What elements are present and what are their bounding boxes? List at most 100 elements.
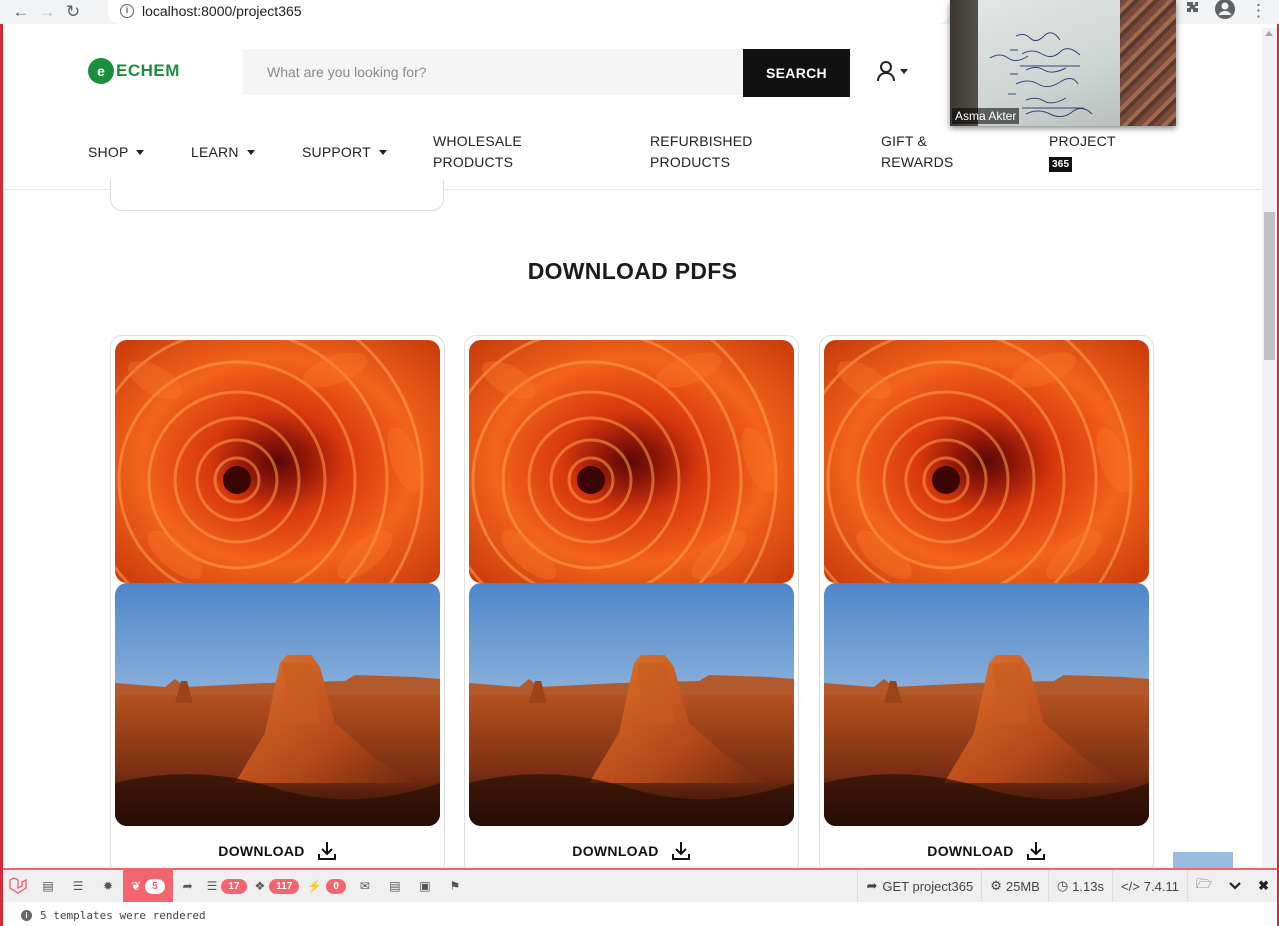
events-count-badge: 0 xyxy=(326,878,346,894)
section-title: DOWNLOAD PDFS xyxy=(527,258,738,284)
views-count-badge: 5 xyxy=(145,878,165,894)
route-icon[interactable]: ➦ xyxy=(173,870,203,902)
messages-icon[interactable]: ▤ xyxy=(33,870,63,902)
time-text: 1.13s xyxy=(1072,878,1104,894)
flower-image xyxy=(469,340,794,583)
logo-mark: e xyxy=(88,58,114,84)
php-version-stat[interactable]: </> 7.4.11 xyxy=(1111,870,1187,902)
queries-tab[interactable]: ☰ 17 xyxy=(203,870,251,902)
download-label: DOWNLOAD xyxy=(218,842,305,859)
download-icon xyxy=(671,841,690,860)
desert-image xyxy=(115,583,440,826)
download-button[interactable]: DOWNLOAD xyxy=(820,840,1153,861)
nav-label: REWARDS xyxy=(881,154,954,170)
pdf-card: DOWNLOAD xyxy=(819,335,1154,875)
chevron-down-icon xyxy=(246,150,255,155)
nav-label: SUPPORT xyxy=(302,144,371,160)
laravel-logo-icon[interactable] xyxy=(3,870,33,902)
nav-label: PRODUCTS xyxy=(650,154,731,170)
nav-learn[interactable]: LEARN xyxy=(191,142,255,163)
reload-icon[interactable]: ↻ xyxy=(60,1,86,23)
models-tab[interactable]: ❖ 117 xyxy=(251,870,304,902)
extensions-icon[interactable] xyxy=(1184,1,1200,22)
main-navigation: SHOP LEARN SUPPORT WHOLESALE PRODUCTS RE… xyxy=(88,131,1238,175)
php-version-text: 7.4.11 xyxy=(1143,878,1179,894)
timeline-icon[interactable]: ☰ xyxy=(63,870,93,902)
chevron-down-icon xyxy=(378,150,387,155)
nav-shop[interactable]: SHOP xyxy=(88,142,145,163)
pdf-card: DOWNLOAD xyxy=(464,335,799,875)
site-logo[interactable]: e ECHEM xyxy=(88,58,180,84)
user-account-menu[interactable] xyxy=(876,60,908,82)
cogs-icon: ⚙ xyxy=(990,878,1002,893)
download-icon xyxy=(1026,841,1045,860)
database-icon: ☰ xyxy=(206,879,218,893)
nav-label: GIFT & xyxy=(881,133,928,149)
desert-image xyxy=(469,583,794,826)
back-icon[interactable]: ← xyxy=(8,1,34,23)
route-text: GET project365 xyxy=(882,878,974,894)
nav-project-365[interactable]: PROJECT 365 xyxy=(1049,131,1116,173)
views-tab[interactable]: ❦ 5 xyxy=(123,870,173,902)
exceptions-icon[interactable]: ✹ xyxy=(93,870,123,902)
open-folder-button[interactable]: 🗁 xyxy=(1186,870,1220,902)
chevron-down-icon xyxy=(136,150,145,155)
participant-name: Asma Akter xyxy=(952,108,1020,124)
more-menu-icon[interactable]: ⋮ xyxy=(1250,1,1267,21)
download-button[interactable]: DOWNLOAD xyxy=(111,840,444,861)
close-icon: ✖ xyxy=(1258,878,1269,893)
url-text: localhost:8000/project365 xyxy=(142,3,302,19)
cubes-icon: ❖ xyxy=(254,879,266,893)
address-bar[interactable]: i localhost:8000/project365 xyxy=(108,0,950,24)
info-icon: i xyxy=(21,909,32,921)
nav-label: LEARN xyxy=(191,144,239,160)
status-message: 5 templates were rendered xyxy=(40,908,206,922)
events-tab[interactable]: ⚡ 0 xyxy=(303,870,350,902)
search-box xyxy=(243,49,743,95)
user-icon xyxy=(877,61,895,82)
models-count-badge: 117 xyxy=(269,878,300,894)
video-call-overlay[interactable]: Asma Akter xyxy=(950,0,1176,126)
nav-label: REFURBISHED xyxy=(650,133,753,149)
download-icon xyxy=(317,841,336,860)
site-info-icon[interactable]: i xyxy=(120,4,134,18)
nav-refurbished-products[interactable]: REFURBISHED PRODUCTS xyxy=(650,131,753,173)
archive-icon[interactable]: ▣ xyxy=(410,870,440,902)
page-scrollbar[interactable] xyxy=(1262,28,1277,868)
route-stat[interactable]: ➦ GET project365 xyxy=(857,870,981,902)
memory-stat[interactable]: ⚙ 25MB xyxy=(981,870,1048,902)
flower-image xyxy=(115,340,440,583)
tags-icon[interactable]: ⚑ xyxy=(440,870,470,902)
nav-gift-rewards[interactable]: GIFT & REWARDS xyxy=(881,131,953,173)
scroll-up-icon[interactable] xyxy=(1265,31,1273,36)
forward-icon[interactable]: → xyxy=(34,1,60,23)
code-icon: </> xyxy=(1120,878,1140,894)
leaf-icon: ❦ xyxy=(131,879,142,893)
nav-support[interactable]: SUPPORT xyxy=(302,142,387,163)
curtain-background xyxy=(1120,0,1176,126)
previous-card-bottom xyxy=(110,180,444,211)
chevron-down-icon xyxy=(900,68,908,74)
time-stat[interactable]: ◷ 1.13s xyxy=(1047,870,1112,902)
nav-wholesale-products[interactable]: WHOLESALE PRODUCTS xyxy=(433,131,522,173)
clock-icon: ◷ xyxy=(1056,878,1069,893)
logo-text: ECHEM xyxy=(116,61,180,80)
desert-image xyxy=(824,583,1149,826)
share-icon: ➦ xyxy=(866,878,878,893)
bolt-icon: ⚡ xyxy=(307,879,323,893)
search-button[interactable]: SEARCH xyxy=(743,49,850,97)
download-button[interactable]: DOWNLOAD xyxy=(465,840,798,861)
mail-icon[interactable]: ✉ xyxy=(350,870,380,902)
scroll-thumb[interactable] xyxy=(1264,212,1275,360)
minimize-button[interactable] xyxy=(1220,870,1250,902)
project-365-badge: 365 xyxy=(1049,157,1073,172)
session-icon[interactable]: ▤ xyxy=(380,870,410,902)
download-label: DOWNLOAD xyxy=(572,842,659,859)
profile-icon[interactable] xyxy=(1214,0,1236,25)
chevron-down-icon xyxy=(1229,882,1241,890)
close-debugbar-button[interactable]: ✖ xyxy=(1250,870,1277,902)
nav-label: SHOP xyxy=(88,144,129,160)
search-input[interactable] xyxy=(267,64,743,80)
debug-bar: ▤ ☰ ✹ ❦ 5 ➦ ☰ 17 ❖ 117 ⚡ 0 ✉ ▤ ▣ ⚑ ➦ GET… xyxy=(3,868,1277,902)
nav-label: WHOLESALE xyxy=(433,133,522,149)
